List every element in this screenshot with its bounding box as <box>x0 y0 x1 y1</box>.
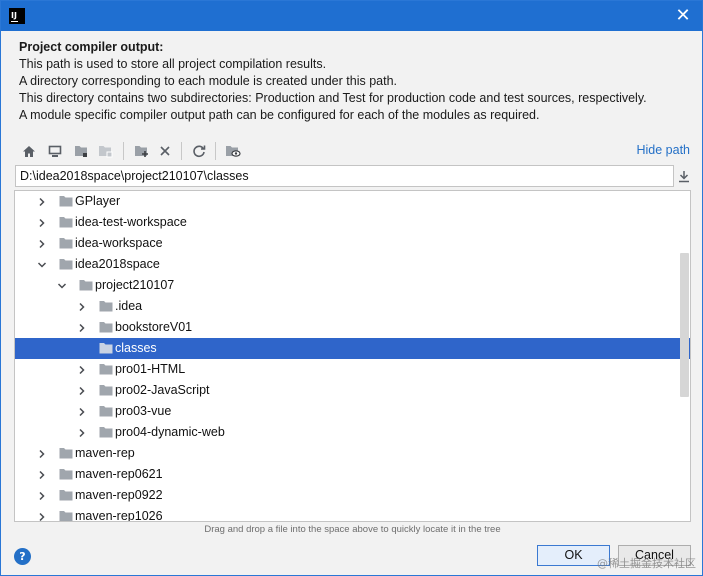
tree-row[interactable]: maven-rep1026 <box>15 506 690 522</box>
tree-row[interactable]: idea-workspace <box>15 233 690 254</box>
chevron-right-icon[interactable] <box>75 401 89 422</box>
tree-scrollbar[interactable] <box>680 253 689 397</box>
folder-icon <box>99 321 113 333</box>
folder-icon <box>59 489 73 501</box>
intellij-app-icon: IJ <box>9 8 25 24</box>
chevron-right-icon[interactable] <box>35 485 49 506</box>
description-title: Project compiler output: <box>19 40 164 54</box>
folder-icon <box>99 342 113 354</box>
desktop-icon[interactable] <box>45 141 65 161</box>
tree-row-label: bookstoreV01 <box>115 320 193 334</box>
description-line: This path is used to store all project c… <box>19 57 327 71</box>
tree-row[interactable]: pro02-JavaScript <box>15 380 690 401</box>
folder-icon <box>59 447 73 459</box>
description-line: A directory corresponding to each module… <box>19 74 397 88</box>
tree-row[interactable]: project210107 <box>15 275 690 296</box>
folder-icon <box>59 468 73 480</box>
tree-row-label: classes <box>115 341 157 355</box>
tree-row[interactable]: pro03-vue <box>15 401 690 422</box>
tree-row[interactable]: maven-rep <box>15 443 690 464</box>
compiler-output-dialog: IJ ✕ Project compiler output: This path … <box>0 0 703 576</box>
tree-row-label: maven-rep <box>75 446 135 460</box>
folder-icon <box>99 384 113 396</box>
folder-icon <box>99 426 113 438</box>
folder-icon <box>79 279 93 291</box>
close-button[interactable]: ✕ <box>668 1 698 31</box>
download-icon[interactable] <box>675 167 693 185</box>
refresh-icon[interactable] <box>189 141 209 161</box>
tree-row[interactable]: bookstoreV01 <box>15 317 690 338</box>
module-folder-icon[interactable] <box>95 141 115 161</box>
folder-icon <box>59 258 73 270</box>
tree-row-label: idea-test-workspace <box>75 215 187 229</box>
folder-icon <box>59 195 73 207</box>
tree-row-label: maven-rep0922 <box>75 488 163 502</box>
tree-row-label: pro02-JavaScript <box>115 383 210 397</box>
tree-row[interactable]: pro04-dynamic-web <box>15 422 690 443</box>
show-hidden-icon[interactable] <box>223 141 243 161</box>
watermark: @稀土掘金技术社区 <box>597 557 696 570</box>
directory-tree[interactable]: maven-rep1026 maven-rep0922 maven-rep0621 m… <box>14 190 691 522</box>
home-icon[interactable] <box>19 141 39 161</box>
chevron-right-icon[interactable] <box>35 191 49 212</box>
chevron-right-icon[interactable] <box>35 464 49 485</box>
toolbar-separator <box>123 142 124 160</box>
chevron-right-icon[interactable] <box>35 212 49 233</box>
tree-row-label: maven-rep0621 <box>75 467 163 481</box>
tree-row[interactable]: maven-rep0621 <box>15 464 690 485</box>
chevron-right-icon[interactable] <box>35 506 49 521</box>
tree-row-label: maven-rep1026 <box>75 509 163 522</box>
chevron-right-icon[interactable] <box>35 233 49 254</box>
chevron-right-icon[interactable] <box>75 317 89 338</box>
hide-path-link[interactable]: Hide path <box>636 143 690 157</box>
tree-row-label: pro01-HTML <box>115 362 186 376</box>
chevron-right-icon[interactable] <box>75 359 89 380</box>
delete-icon[interactable] <box>155 141 175 161</box>
folder-icon <box>99 405 113 417</box>
drag-drop-hint: Drag and drop a file into the space abov… <box>204 524 501 535</box>
tree-row[interactable]: pro01-HTML <box>15 359 690 380</box>
tree-row-label: .idea <box>115 299 143 313</box>
chevron-right-icon[interactable] <box>75 296 89 317</box>
description-block: Project compiler output: This path is us… <box>19 39 699 124</box>
title-bar: IJ ✕ <box>1 1 702 31</box>
tree-row-label: idea2018space <box>75 257 160 271</box>
chevron-right-icon[interactable] <box>35 443 49 464</box>
tree-row[interactable]: idea-test-workspace <box>15 212 690 233</box>
file-chooser-toolbar <box>15 139 695 163</box>
tree-row-label: GPlayer <box>75 194 121 208</box>
help-icon[interactable]: ? <box>14 548 31 565</box>
folder-icon <box>99 300 113 312</box>
tree-row[interactable]: GPlayer <box>15 191 690 212</box>
path-input[interactable]: D:\idea2018space\project210107\classes <box>15 165 674 187</box>
tree-row[interactable]: maven-rep0922 <box>15 485 690 506</box>
folder-icon <box>99 363 113 375</box>
chevron-down-icon[interactable] <box>55 275 69 296</box>
tree-row[interactable]: .idea <box>15 296 690 317</box>
folder-icon <box>59 237 73 249</box>
project-folder-icon[interactable] <box>71 141 91 161</box>
tree-row[interactable]: idea2018space <box>15 254 690 275</box>
tree-row[interactable]: classes <box>15 338 690 359</box>
new-folder-icon[interactable] <box>131 141 151 161</box>
toolbar-separator <box>181 142 182 160</box>
toolbar-separator <box>215 142 216 160</box>
tree-row-label: pro03-vue <box>115 404 172 418</box>
folder-icon <box>59 510 73 521</box>
chevron-right-icon[interactable] <box>75 422 89 443</box>
description-line: A module specific compiler output path c… <box>19 108 540 122</box>
chevron-right-icon[interactable] <box>75 380 89 401</box>
chevron-down-icon[interactable] <box>35 254 49 275</box>
folder-icon <box>59 216 73 228</box>
tree-row-label: project210107 <box>95 278 175 292</box>
description-line: This directory contains two subdirectori… <box>19 91 647 105</box>
tree-row-label: pro04-dynamic-web <box>115 425 225 439</box>
tree-row-label: idea-workspace <box>75 236 163 250</box>
